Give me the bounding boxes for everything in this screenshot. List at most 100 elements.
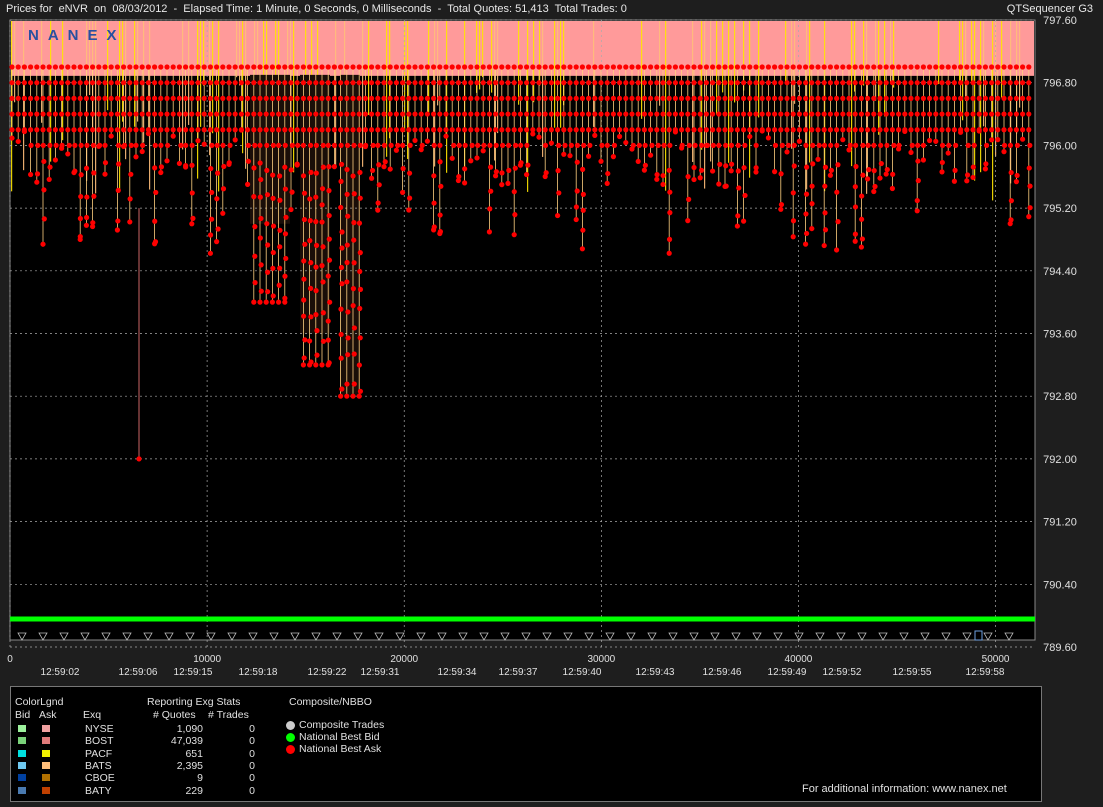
ask-point bbox=[698, 167, 705, 173]
ask-point bbox=[393, 80, 399, 86]
ask-point bbox=[449, 80, 455, 86]
ask-point bbox=[145, 111, 151, 117]
ask-point bbox=[679, 127, 685, 133]
ask-point bbox=[970, 111, 976, 117]
ask-point bbox=[604, 95, 610, 101]
ask-point bbox=[716, 181, 722, 187]
ask-point bbox=[617, 127, 623, 133]
ask-point bbox=[945, 111, 951, 117]
ask-point bbox=[269, 111, 275, 117]
ask-point bbox=[84, 194, 90, 200]
ask-point bbox=[325, 80, 331, 86]
ask-point bbox=[21, 64, 27, 70]
ask-point bbox=[685, 95, 691, 101]
ask-point bbox=[610, 111, 617, 117]
ask-point bbox=[735, 168, 741, 174]
ask-point bbox=[1013, 111, 1020, 117]
ask-point bbox=[765, 95, 772, 101]
ask-point bbox=[393, 64, 399, 70]
ask-point bbox=[859, 193, 865, 199]
time-label: 12:59:37 bbox=[499, 667, 538, 678]
exchange-name: BOST bbox=[85, 735, 114, 748]
ask-point bbox=[313, 111, 319, 117]
ask-point bbox=[437, 95, 443, 101]
exchange-trades: 0 bbox=[249, 735, 255, 748]
ask-point bbox=[1008, 198, 1014, 204]
ask-point bbox=[288, 64, 294, 70]
ask-point bbox=[189, 127, 195, 133]
ask-point bbox=[387, 127, 393, 133]
ask-point bbox=[313, 127, 319, 133]
ask-point bbox=[40, 111, 46, 117]
ask-point bbox=[152, 111, 158, 117]
ask-point bbox=[555, 212, 561, 219]
ask-point bbox=[387, 80, 393, 86]
ask-point bbox=[220, 210, 226, 216]
ask-point bbox=[78, 142, 84, 148]
ask-point bbox=[65, 95, 71, 101]
ask-point bbox=[556, 190, 562, 196]
ask-point bbox=[692, 142, 698, 148]
ask-point bbox=[320, 164, 326, 170]
ask-point bbox=[753, 95, 759, 101]
ask-point bbox=[71, 111, 77, 117]
bid-header: Bid bbox=[15, 709, 31, 721]
composite-title: Composite/NBBO bbox=[289, 696, 372, 708]
ask-point bbox=[338, 127, 344, 133]
ask-point bbox=[592, 132, 598, 139]
ask-point bbox=[214, 239, 220, 245]
ask-point bbox=[251, 194, 257, 200]
ask-point bbox=[908, 149, 914, 156]
ask-point bbox=[469, 142, 475, 148]
ask-point bbox=[772, 95, 778, 101]
ask-point bbox=[821, 64, 827, 70]
ask-point bbox=[629, 111, 635, 117]
ask-point bbox=[1007, 142, 1014, 148]
ask-point bbox=[747, 95, 753, 101]
ask-point bbox=[759, 128, 765, 134]
ask-point bbox=[183, 95, 189, 101]
ask-point bbox=[790, 111, 796, 117]
ask-point bbox=[945, 150, 951, 156]
ask-point bbox=[1013, 95, 1020, 101]
ask-point bbox=[561, 127, 567, 133]
ask-point bbox=[121, 80, 127, 86]
band-stripe bbox=[734, 21, 736, 103]
ask-point bbox=[512, 142, 519, 148]
ask-point bbox=[778, 127, 784, 133]
ask-point bbox=[313, 219, 319, 225]
ask-point bbox=[412, 95, 418, 101]
composite-label: National Best Bid bbox=[299, 731, 380, 743]
exchange-trades: 0 bbox=[249, 747, 255, 760]
ask-point bbox=[840, 111, 846, 117]
ask-point bbox=[581, 142, 587, 148]
info-text: For additional information: www.nanex.ne… bbox=[802, 783, 1007, 795]
ask-point bbox=[455, 64, 461, 70]
ask-point bbox=[59, 111, 65, 117]
ask-point bbox=[568, 142, 574, 148]
time-label: 12:59:15 bbox=[174, 667, 213, 678]
ask-point bbox=[586, 153, 592, 159]
ask-point bbox=[449, 155, 455, 161]
ask-point bbox=[1007, 221, 1013, 227]
ask-point bbox=[270, 265, 276, 271]
quotes-header: # Quotes bbox=[153, 709, 196, 721]
ask-point bbox=[517, 127, 524, 133]
ask-point bbox=[407, 195, 413, 201]
ask-point bbox=[778, 171, 784, 177]
ask-point bbox=[257, 194, 263, 200]
ask-point bbox=[599, 142, 605, 148]
composite-label: Composite Trades bbox=[299, 719, 385, 731]
ask-point bbox=[884, 166, 890, 173]
ask-point bbox=[506, 167, 512, 173]
ask-point bbox=[121, 64, 127, 70]
ask-point bbox=[834, 127, 840, 133]
ask-point bbox=[803, 241, 809, 247]
ask-point bbox=[406, 95, 412, 101]
ask-point bbox=[276, 282, 282, 288]
ask-point bbox=[40, 127, 46, 133]
band-stripe bbox=[239, 21, 241, 86]
ask-point bbox=[889, 111, 896, 117]
ask-point bbox=[276, 80, 282, 86]
ask-point bbox=[865, 80, 871, 86]
